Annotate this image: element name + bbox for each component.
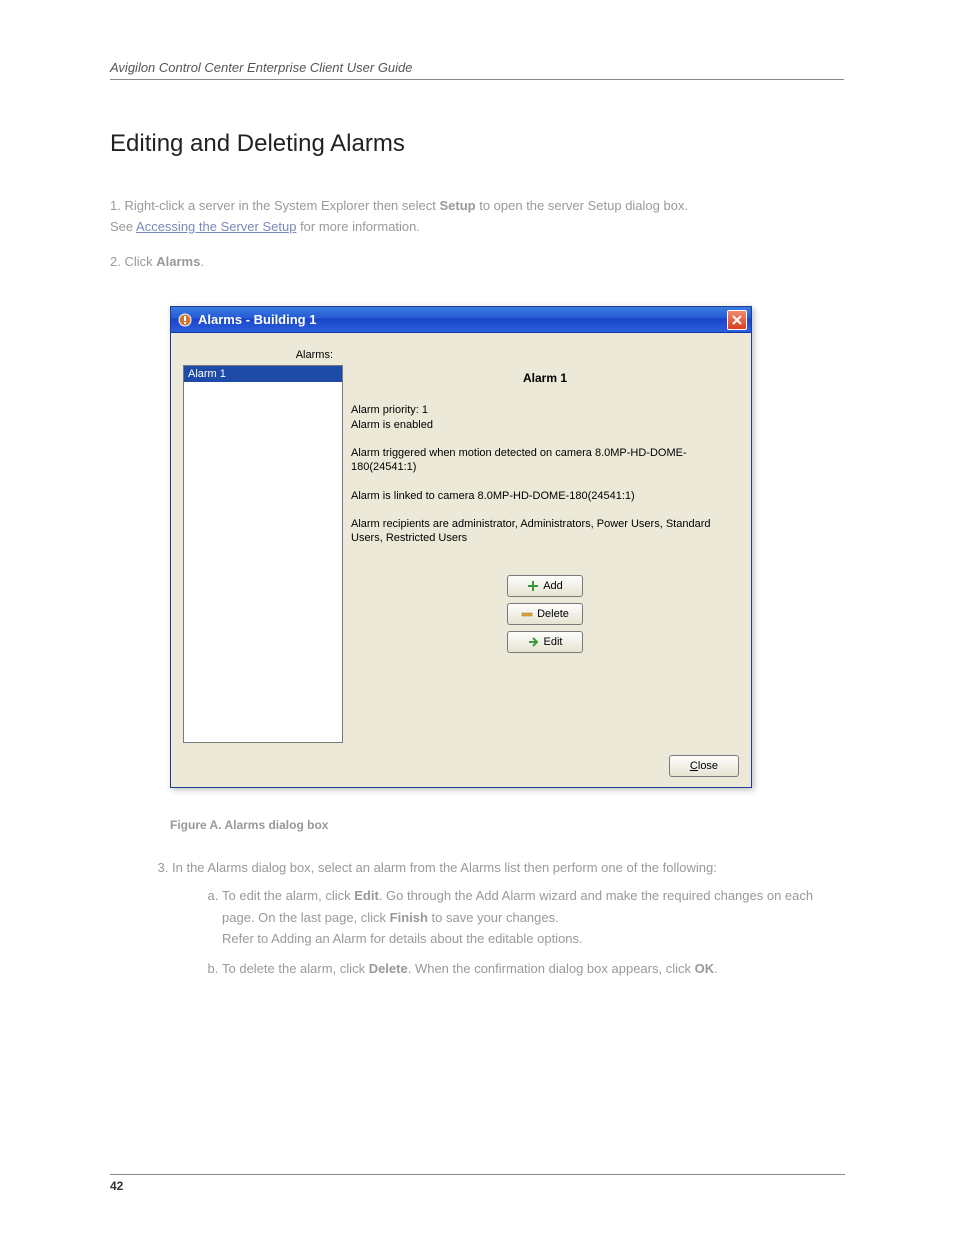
close-button[interactable]: Close <box>669 755 739 777</box>
close-icon <box>732 315 742 325</box>
dialog-title: Alarms - Building 1 <box>198 312 727 327</box>
alarms-dialog: Alarms - Building 1 Alarms: Alarm 1 Al <box>170 306 752 788</box>
menu-ref: Setup <box>439 198 475 213</box>
alarm-enabled-text: Alarm is enabled <box>351 418 739 432</box>
page-number: 42 <box>110 1174 845 1193</box>
link-accessing-server-setup[interactable]: Accessing the Server Setup <box>136 219 296 234</box>
section-heading: Editing and Deleting Alarms <box>110 130 844 158</box>
alarm-priority-text: Alarm priority: 1 <box>351 403 739 417</box>
text: to save your changes. <box>428 910 559 925</box>
edit-button[interactable]: Edit <box>507 631 583 653</box>
dialog-close-button[interactable] <box>727 310 747 330</box>
alarm-icon <box>177 312 193 328</box>
step-3: In the Alarms dialog box, select an alar… <box>172 858 844 979</box>
text: . <box>714 961 718 976</box>
delete-button-label: Delete <box>537 608 569 620</box>
alarm-list-item[interactable]: Alarm 1 <box>184 366 342 382</box>
alarms-listbox[interactable]: Alarm 1 <box>183 365 343 743</box>
text: See <box>110 219 136 234</box>
step-3b: To delete the alarm, click Delete. When … <box>222 958 844 979</box>
text: Refer to <box>222 931 271 946</box>
text: 2. Click <box>110 254 156 269</box>
button-ref: Delete <box>369 961 408 976</box>
alarms-label: Alarms: <box>183 345 343 365</box>
document-header: Avigilon Control Center Enterprise Clien… <box>110 60 844 80</box>
step-3a: To edit the alarm, click Edit. Go throug… <box>222 885 844 949</box>
step-1: 1. Right-click a server in the System Ex… <box>110 196 844 238</box>
text: to open the server Setup dialog box. <box>476 198 688 213</box>
minus-icon <box>521 608 533 620</box>
arrow-right-icon <box>528 636 540 648</box>
text: for more information. <box>296 219 420 234</box>
text: To delete the alarm, click <box>222 961 369 976</box>
link-adding-an-alarm[interactable]: Adding an Alarm <box>271 931 366 946</box>
edit-button-label: Edit <box>544 636 563 648</box>
alarm-trigger-text: Alarm triggered when motion detected on … <box>351 446 739 475</box>
close-button-underline: C <box>690 760 698 772</box>
button-ref: Edit <box>354 888 379 903</box>
add-button[interactable]: Add <box>507 575 583 597</box>
delete-button[interactable]: Delete <box>507 603 583 625</box>
text: To edit the alarm, click <box>222 888 354 903</box>
add-button-label: Add <box>543 580 563 592</box>
plus-icon <box>527 580 539 592</box>
text: . <box>200 254 204 269</box>
figure-caption: Figure A. Alarms dialog box <box>170 818 844 832</box>
text: for details about the editable options. <box>367 931 583 946</box>
button-ref: Finish <box>390 910 428 925</box>
alarm-recipients-text: Alarm recipients are administrator, Admi… <box>351 517 739 546</box>
step-2: 2. Click Alarms. <box>110 252 844 273</box>
dialog-titlebar[interactable]: Alarms - Building 1 <box>171 307 751 333</box>
text: 1. Right-click a server in the System Ex… <box>110 198 439 213</box>
text: In the Alarms dialog box, select an alar… <box>172 860 717 875</box>
close-button-rest: lose <box>698 760 718 772</box>
button-ref: Alarms <box>156 254 200 269</box>
alarm-linked-text: Alarm is linked to camera 8.0MP-HD-DOME-… <box>351 489 739 503</box>
text: . When the confirmation dialog box appea… <box>408 961 695 976</box>
alarm-detail-title: Alarm 1 <box>351 371 739 385</box>
button-ref: OK <box>695 961 715 976</box>
